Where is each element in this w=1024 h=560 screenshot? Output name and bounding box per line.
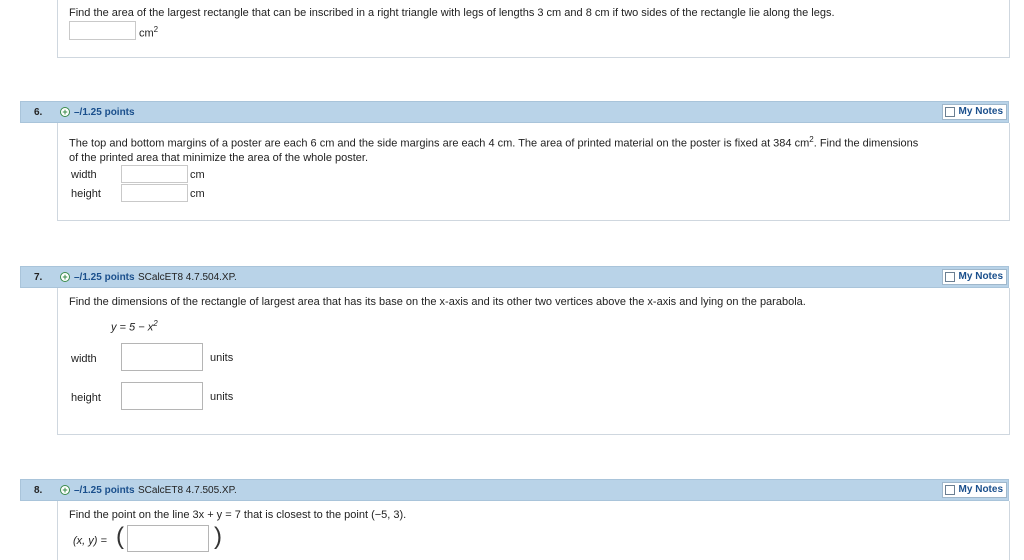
question-6-text-line2: of the printed area that minimize the ar…	[69, 152, 369, 164]
q5-unit: cm2	[139, 25, 159, 40]
question-7-header: 7. + –/1.25 points SCalcET8 4.7.504.XP. …	[20, 266, 1009, 288]
q5-answer-input[interactable]	[69, 21, 136, 40]
question-8-body: Find the point on the line 3x + y = 7 th…	[57, 501, 1010, 560]
q7-width-unit: units	[210, 352, 234, 364]
my-notes-button[interactable]: My Notes	[941, 482, 1007, 498]
q7-height-unit: units	[210, 391, 234, 403]
close-paren: )	[214, 523, 222, 550]
my-notes-button[interactable]: My Notes	[941, 269, 1007, 285]
notes-icon	[944, 272, 955, 282]
my-notes-button[interactable]: My Notes	[941, 104, 1007, 120]
width-label: width	[71, 169, 97, 181]
question-6-body: The top and bottom margins of a poster a…	[57, 123, 1010, 221]
height-label: height	[71, 392, 101, 404]
points-label: –/1.25 points	[74, 272, 135, 283]
question-6-header: 6. + –/1.25 points My Notes	[20, 101, 1009, 123]
problem-code: SCalcET8 4.7.505.XP.	[138, 485, 237, 496]
question-number: 7.	[34, 272, 43, 283]
points-label: –/1.25 points	[74, 485, 135, 496]
notes-icon	[944, 107, 955, 117]
problem-code: SCalcET8 4.7.504.XP.	[138, 272, 237, 283]
open-paren: (	[116, 523, 124, 550]
expand-plus-icon[interactable]: +	[60, 485, 70, 495]
q6-height-input[interactable]	[121, 184, 188, 202]
notes-icon	[944, 485, 955, 495]
question-7-text: Find the dimensions of the rectangle of …	[69, 296, 806, 308]
question-number: 6.	[34, 107, 43, 118]
question-7-equation: y = 5 − x2	[111, 319, 158, 334]
question-8-header: 8. + –/1.25 points SCalcET8 4.7.505.XP. …	[20, 479, 1009, 501]
q8-point-input[interactable]	[127, 525, 209, 552]
question-6-text-line1: The top and bottom margins of a poster a…	[69, 135, 919, 150]
question-8-text: Find the point on the line 3x + y = 7 th…	[69, 509, 407, 521]
width-label: width	[71, 353, 97, 365]
answer-label: (x, y) =	[73, 535, 107, 547]
question-5-text: Find the area of the largest rectangle t…	[69, 7, 835, 19]
q6-height-unit: cm	[190, 188, 205, 200]
q7-height-input[interactable]	[121, 382, 203, 410]
q7-width-input[interactable]	[121, 343, 203, 371]
expand-plus-icon[interactable]: +	[60, 107, 70, 117]
height-label: height	[71, 188, 101, 200]
question-number: 8.	[34, 485, 43, 496]
q6-width-unit: cm	[190, 169, 205, 181]
q6-width-input[interactable]	[121, 165, 188, 183]
question-7-body: Find the dimensions of the rectangle of …	[57, 288, 1010, 435]
expand-plus-icon[interactable]: +	[60, 272, 70, 282]
question-5-body: Find the area of the largest rectangle t…	[57, 0, 1010, 58]
points-label: –/1.25 points	[74, 107, 135, 118]
